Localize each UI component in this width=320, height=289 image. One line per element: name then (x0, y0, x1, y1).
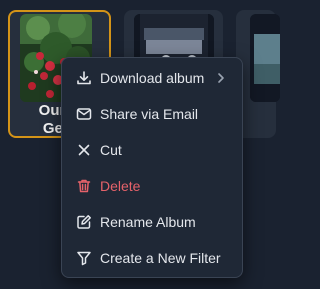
filter-icon (77, 251, 91, 266)
menu-item-label: Delete (100, 178, 141, 194)
album-thumbnail (250, 14, 280, 102)
edit-icon (77, 215, 91, 229)
menu-item-download-album[interactable]: Download album (62, 64, 242, 92)
menu-item-label: Rename Album (100, 214, 196, 230)
menu-item-label: Create a New Filter (100, 250, 221, 266)
close-x-icon (78, 144, 90, 156)
menu-item-label: Download album (100, 70, 205, 86)
mail-icon (76, 108, 92, 120)
album-context-menu: Download album Share via Email Cut Delet… (61, 57, 243, 278)
menu-item-rename-album[interactable]: Rename Album (62, 208, 242, 236)
download-icon (77, 71, 91, 85)
trash-icon (77, 179, 91, 193)
menu-item-label: Cut (100, 142, 122, 158)
menu-item-share-email[interactable]: Share via Email (62, 100, 242, 128)
menu-item-create-filter[interactable]: Create a New Filter (62, 244, 242, 272)
menu-item-label: Share via Email (100, 106, 199, 122)
menu-item-cut[interactable]: Cut (62, 136, 242, 164)
menu-item-delete[interactable]: Delete (62, 172, 242, 200)
chevron-right-icon (218, 73, 224, 83)
